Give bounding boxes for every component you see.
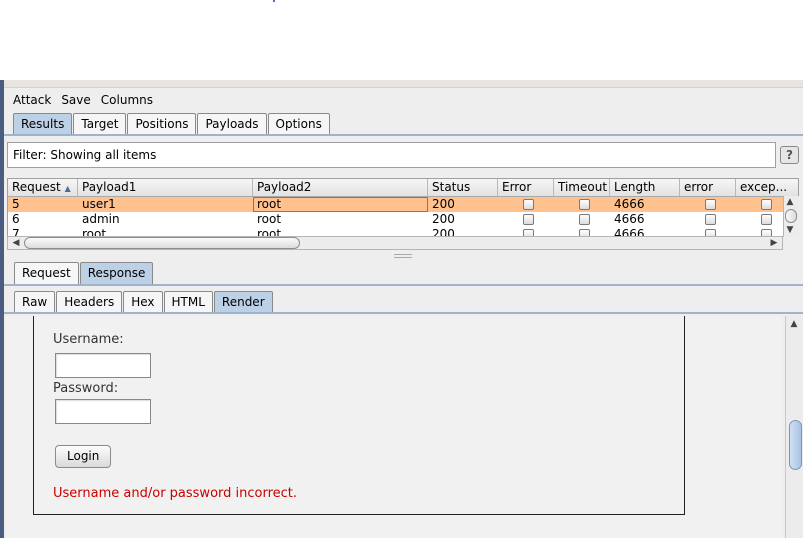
column-header-length[interactable]: Length [610, 179, 680, 196]
main-tab-bar: Results Target Positions Payloads Option… [13, 113, 331, 135]
table-header: Request ▲ Payload1 Payload2 Status Error… [8, 179, 798, 197]
scroll-right-icon[interactable]: ▶ [768, 238, 780, 248]
render-scroll-thumb[interactable] [789, 420, 802, 470]
column-header-exception[interactable]: excep... [736, 179, 792, 196]
scroll-up-icon[interactable]: ▲ [784, 197, 796, 207]
menu-columns[interactable]: Columns [101, 93, 153, 107]
error-checkbox[interactable] [522, 214, 534, 225]
reqres-divider [4, 284, 803, 286]
split-pane-grip[interactable] [394, 254, 412, 258]
window-titlebar [4, 80, 803, 88]
scroll-left-icon[interactable]: ◀ [10, 238, 22, 248]
results-table: Request ▲ Payload1 Payload2 Status Error… [7, 178, 799, 237]
render-scroll-up-icon[interactable]: ▲ [788, 319, 800, 329]
tab-html[interactable]: HTML [163, 291, 213, 313]
login-form: Username: Password: Login Username and/o… [33, 316, 685, 515]
help-icon[interactable]: ? [780, 146, 799, 164]
tab-target[interactable]: Target [73, 113, 127, 135]
tab-request[interactable]: Request [14, 262, 79, 284]
timeout-checkbox[interactable] [578, 214, 590, 225]
menu-bar: Attack Save Columns [4, 89, 803, 110]
stray-pixel [273, 0, 275, 2]
column-header-request[interactable]: Request ▲ [8, 179, 78, 196]
tab-headers[interactable]: Headers [56, 291, 123, 313]
error-grep-checkbox[interactable] [704, 199, 716, 210]
login-button[interactable]: Login [55, 445, 112, 468]
menu-attack[interactable]: Attack [13, 93, 51, 107]
column-header-timeout[interactable]: Timeout [554, 179, 610, 196]
tab-raw[interactable]: Raw [14, 291, 56, 313]
column-header-payload2[interactable]: Payload2 [253, 179, 428, 196]
error-grep-checkbox[interactable] [704, 214, 716, 225]
table-row[interactable]: 5 user1 root 200 4666 [8, 197, 798, 212]
password-field[interactable] [55, 399, 151, 424]
tab-payloads[interactable]: Payloads [197, 113, 267, 135]
desktop-edge [0, 80, 4, 538]
timeout-checkbox[interactable] [578, 199, 590, 210]
menu-save[interactable]: Save [61, 93, 90, 107]
tab-positions[interactable]: Positions [127, 113, 197, 135]
password-label: Password: [53, 381, 119, 396]
tab-options[interactable]: Options [267, 113, 330, 135]
column-header-payload1[interactable]: Payload1 [78, 179, 253, 196]
request-response-tab-bar: Request Response [14, 262, 154, 284]
exception-checkbox[interactable] [760, 214, 772, 225]
error-checkbox[interactable] [522, 199, 534, 210]
exception-checkbox[interactable] [760, 199, 772, 210]
tab-results[interactable]: Results [13, 113, 73, 135]
tab-hex[interactable]: Hex [123, 291, 163, 313]
tab-divider [4, 134, 803, 136]
username-field[interactable] [55, 353, 151, 378]
username-label: Username: [53, 332, 124, 347]
table-vertical-scroll-thumb[interactable] [785, 209, 797, 223]
view-tab-bar: Raw Headers Hex HTML Render [14, 291, 274, 313]
table-row[interactable]: 6 admin root 200 4666 [8, 212, 798, 227]
scroll-down-icon[interactable]: ▼ [784, 225, 796, 235]
tab-render[interactable]: Render [213, 291, 273, 313]
view-divider [4, 312, 803, 314]
column-header-status[interactable]: Status [428, 179, 498, 196]
table-horizontal-scroll-thumb[interactable] [24, 237, 300, 249]
login-error-message: Username and/or password incorrect. [53, 486, 298, 501]
sort-ascending-icon: ▲ [64, 184, 71, 193]
column-header-error-grep[interactable]: error [680, 179, 736, 196]
column-header-error[interactable]: Error [498, 179, 554, 196]
tab-response[interactable]: Response [79, 262, 154, 284]
filter-bar[interactable]: Filter: Showing all items [7, 142, 776, 168]
